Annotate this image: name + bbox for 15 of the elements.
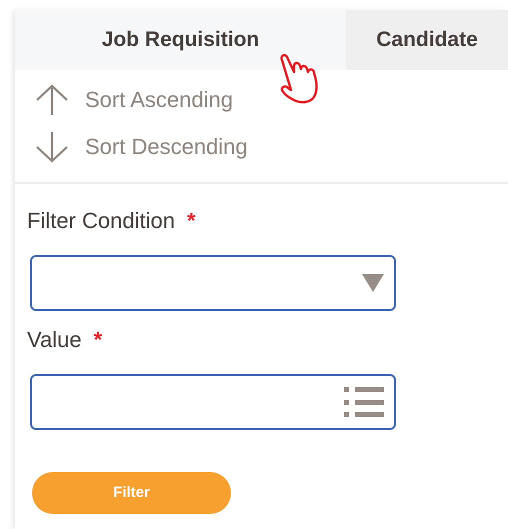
- required-mark: *: [94, 326, 102, 354]
- tab[interactable]: Candidate: [346, 10, 508, 70]
- filter-button[interactable]: Filter: [32, 472, 231, 514]
- sort-option[interactable]: Sort Descending: [35, 123, 248, 170]
- sort-option[interactable]: Sort Ascending: [35, 76, 233, 123]
- arrow-down-icon: [35, 130, 69, 162]
- input-field[interactable]: [30, 374, 396, 430]
- dropdown-field[interactable]: [30, 255, 396, 311]
- tab[interactable]: Job Requisition: [15, 10, 346, 70]
- field-label: Filter Condition: [27, 207, 175, 235]
- field-label: Value: [27, 326, 82, 354]
- arrow-up-icon: [35, 84, 69, 116]
- dropdown-icon: [362, 274, 384, 292]
- required-mark: *: [186, 207, 196, 235]
- list-icon: [344, 385, 384, 419]
